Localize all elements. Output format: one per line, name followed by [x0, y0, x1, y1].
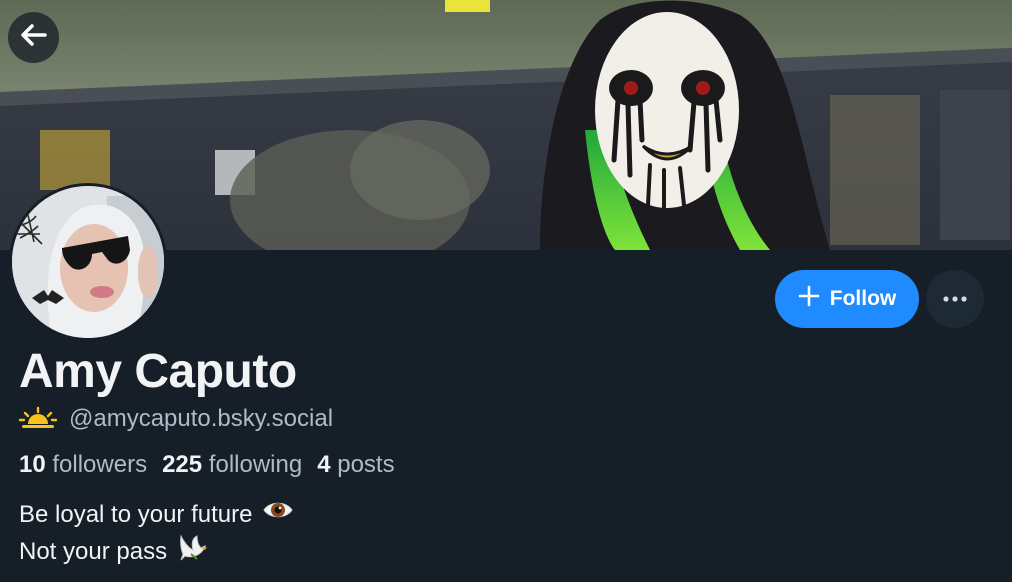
- bio-line-2: Not your pass: [19, 538, 168, 565]
- following-label: following: [208, 451, 303, 478]
- bio-line: Be loyal to your future: [19, 498, 294, 532]
- posts-stat: 4 posts: [317, 451, 394, 479]
- followers-label: followers: [52, 451, 148, 478]
- avatar-image: [12, 186, 164, 338]
- handle[interactable]: @amycaputo.bsky.social: [69, 405, 333, 433]
- back-button[interactable]: [8, 12, 59, 63]
- banner-image: [0, 0, 1012, 250]
- display-name: Amy Caputo: [19, 345, 297, 398]
- profile-stats: 10 followers 225 following 4 posts: [19, 449, 395, 481]
- following-stat[interactable]: 225 following: [162, 451, 302, 479]
- posts-count: 4: [317, 451, 331, 478]
- dove-emoji-icon: [177, 532, 209, 572]
- posts-label: posts: [337, 451, 395, 478]
- ellipsis-icon: [942, 290, 968, 308]
- handle-row: @amycaputo.bsky.social: [18, 404, 333, 434]
- follow-button[interactable]: Follow: [775, 270, 919, 328]
- arrow-left-icon: [19, 20, 49, 55]
- sunrise-icon: [18, 406, 58, 433]
- follow-label: Follow: [829, 287, 897, 310]
- eye-emoji-icon: [262, 498, 294, 532]
- following-count: 225: [162, 451, 203, 478]
- more-options-button[interactable]: [926, 270, 984, 328]
- avatar[interactable]: [9, 183, 167, 341]
- profile-banner[interactable]: [0, 0, 1012, 250]
- followers-stat[interactable]: 10 followers: [19, 451, 147, 479]
- plus-icon: [798, 285, 820, 313]
- followers-count: 10: [19, 451, 46, 478]
- bio-line-1: Be loyal to your future: [19, 501, 253, 528]
- profile-bio: Be loyal to your future Not your pass: [19, 498, 294, 572]
- bio-line: Not your pass: [19, 532, 294, 572]
